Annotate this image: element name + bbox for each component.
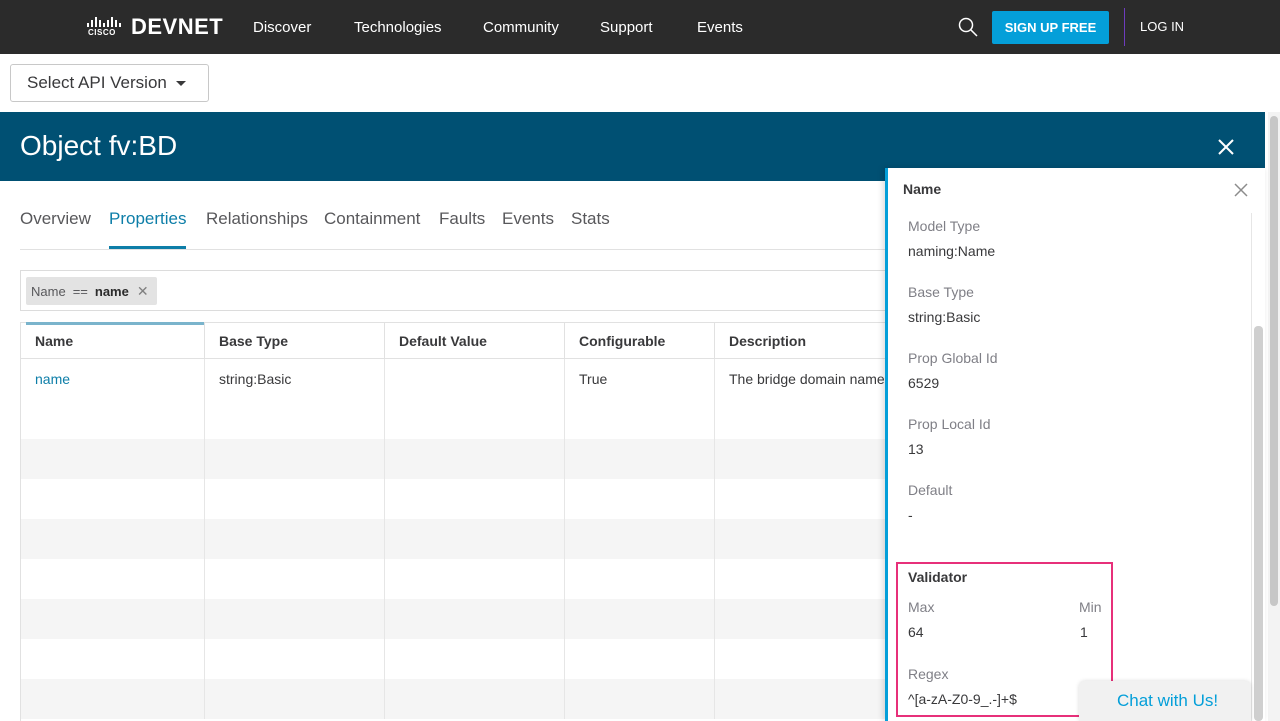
tab-relationships[interactable]: Relationships: [206, 209, 308, 229]
column-header-configurable[interactable]: Configurable: [565, 323, 715, 359]
nav-link-technologies[interactable]: Technologies: [354, 19, 442, 36]
tab-properties[interactable]: Properties: [109, 209, 186, 229]
tab-containment[interactable]: Containment: [324, 209, 420, 229]
validator-regex-label: Regex: [908, 666, 949, 682]
field-value-base-type: string:Basic: [908, 309, 981, 325]
page-scrollbar[interactable]: [1268, 112, 1280, 721]
cell-base-type: string:Basic: [205, 359, 385, 399]
cell-configurable: True: [565, 359, 715, 399]
properties-table: Name Base Type Default Value Configurabl…: [20, 322, 890, 721]
tab-overview[interactable]: Overview: [20, 209, 91, 229]
page-scrollbar-thumb[interactable]: [1270, 116, 1278, 606]
api-version-label: Select API Version: [27, 73, 167, 92]
empty-row: [21, 559, 890, 599]
empty-row: [21, 599, 890, 639]
sign-up-button[interactable]: SIGN UP FREE: [992, 11, 1109, 44]
field-value-prop-local-id: 13: [908, 441, 924, 457]
panel-title: Name: [903, 181, 942, 197]
api-version-select[interactable]: Select API Version: [10, 64, 209, 102]
brand-main-text: DEVNET: [131, 14, 224, 39]
nav-divider: [1124, 8, 1125, 46]
field-label-model-type: Model Type: [908, 218, 981, 234]
caret-down-icon: [175, 80, 186, 86]
panel-scrollbar-thumb[interactable]: [1254, 326, 1263, 721]
field-label-base-type: Base Type: [908, 284, 974, 300]
column-header-default-value[interactable]: Default Value: [385, 323, 565, 359]
panel-close-icon[interactable]: [1233, 182, 1249, 198]
property-details-panel: Name Model Type naming:Name Base Type st…: [885, 168, 1265, 721]
active-tab-indicator: [109, 246, 186, 249]
brand-small-text: CISCO: [88, 28, 116, 37]
table-row[interactable]: name string:Basic True The bridge domain…: [21, 359, 890, 399]
nav-link-discover[interactable]: Discover: [253, 19, 311, 36]
search-icon[interactable]: [958, 17, 978, 37]
field-value-model-type: naming:Name: [908, 243, 996, 259]
remove-filter-icon[interactable]: ✕: [137, 283, 149, 300]
column-header-name[interactable]: Name: [21, 323, 205, 359]
empty-row: [21, 479, 890, 519]
column-header-base-type[interactable]: Base Type: [205, 323, 385, 359]
cisco-logo-icon: CISCO: [85, 15, 121, 39]
validator-min-label: Min: [1079, 599, 1102, 615]
panel-scroll-track: [1251, 213, 1252, 721]
log-in-link[interactable]: LOG IN: [1140, 19, 1184, 34]
validator-heading: Validator: [908, 569, 968, 585]
field-label-prop-global-id: Prop Global Id: [908, 350, 998, 366]
top-nav: CISCO DEVNET Discover Technologies Commu…: [0, 0, 1280, 54]
tab-events[interactable]: Events: [502, 209, 554, 229]
filter-field: Name: [31, 283, 66, 299]
filter-chip[interactable]: Name == name ✕: [26, 277, 157, 305]
filter-value: name: [94, 283, 129, 299]
object-tabs: Overview Properties Relationships Contai…: [20, 180, 890, 250]
validator-max-label: Max: [908, 599, 935, 615]
cell-default-value: [385, 359, 565, 399]
filter-operator: ==: [72, 283, 88, 299]
field-label-prop-local-id: Prop Local Id: [908, 416, 991, 432]
empty-row: [21, 439, 890, 479]
empty-row: [21, 679, 890, 719]
devnet-logo[interactable]: CISCO DEVNET: [85, 14, 224, 39]
filter-bar[interactable]: Name == name ✕: [20, 270, 890, 311]
empty-row: [21, 639, 890, 679]
validator-min-value: 1: [1080, 624, 1088, 640]
cell-description: The bridge domain name: [729, 371, 885, 387]
column-header-description[interactable]: Description: [715, 323, 890, 359]
field-label-default: Default: [908, 482, 953, 498]
object-title: Object fv:BD: [20, 130, 178, 161]
field-value-default: -: [908, 507, 913, 523]
nav-link-support[interactable]: Support: [600, 19, 653, 36]
validator-regex-value: ^[a-zA-Z0-9_.-]+$: [908, 691, 1017, 707]
chat-button[interactable]: Chat with Us!: [1079, 681, 1251, 721]
empty-row: [21, 399, 890, 439]
nav-link-events[interactable]: Events: [697, 19, 743, 36]
cell-name[interactable]: name: [21, 359, 205, 399]
tab-faults[interactable]: Faults: [439, 209, 485, 229]
tab-stats[interactable]: Stats: [571, 209, 610, 229]
validator-max-value: 64: [908, 624, 924, 640]
table-header: Name Base Type Default Value Configurabl…: [21, 322, 890, 359]
nav-link-community[interactable]: Community: [483, 19, 559, 36]
close-icon[interactable]: [1215, 136, 1237, 158]
field-value-prop-global-id: 6529: [908, 375, 940, 391]
empty-row: [21, 519, 890, 559]
